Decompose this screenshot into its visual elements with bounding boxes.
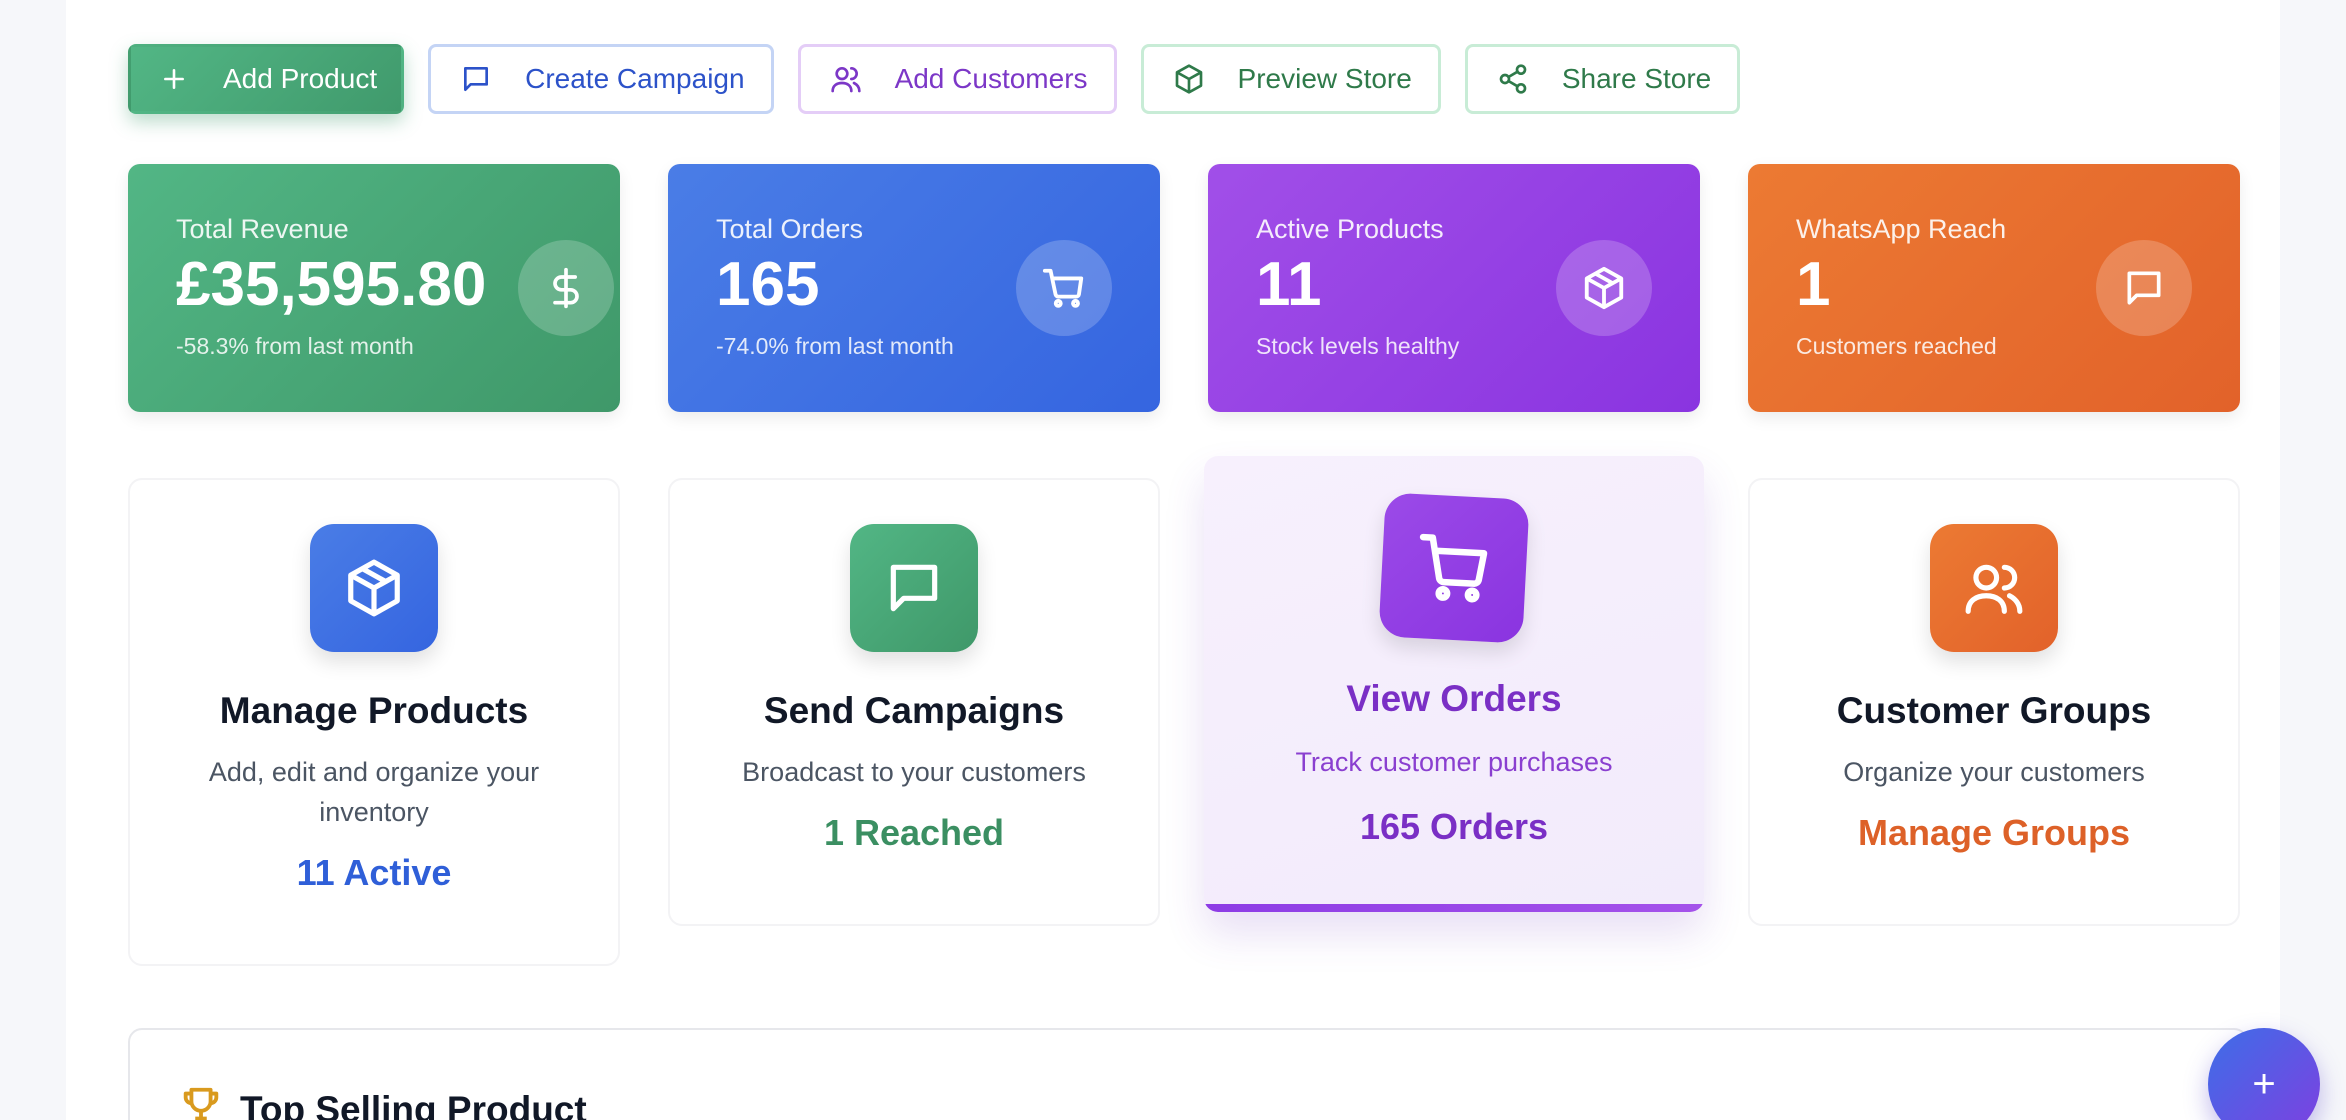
create-campaign-button[interactable]: Create Campaign: [428, 44, 774, 114]
share-store-label: Share Store: [1561, 63, 1712, 94]
preview-store-label: Preview Store: [1237, 63, 1412, 94]
add-customers-label: Add Customers: [894, 63, 1088, 94]
add-product-button[interactable]: Add Product: [128, 44, 405, 114]
stat-card-revenue: Total Revenue £35,595.80 -58.3% from las…: [128, 164, 620, 412]
customer-groups-card[interactable]: Customer Groups Organize your customers …: [1748, 478, 2240, 926]
stat-subtext: -74.0% from last month: [716, 333, 954, 359]
card-description: Add, edit and organize your inventory: [208, 757, 540, 827]
fab-plus-label: +: [2252, 1061, 2276, 1106]
stat-card-products: Active Products 11 Stock levels healthy: [1208, 164, 1700, 412]
stat-card-whatsapp: WhatsApp Reach 1 Customers reached: [1748, 164, 2240, 412]
send-campaigns-card[interactable]: Send Campaigns Broadcast to your custome…: [668, 478, 1160, 926]
chat-icon: [2096, 240, 2192, 336]
box-icon: [1556, 240, 1652, 336]
create-campaign-label: Create Campaign: [525, 63, 745, 94]
top-selling-section: Top Selling Product: [128, 1028, 2248, 1120]
stat-card-orders: Total Orders 165 -74.0% from last month: [668, 164, 1160, 412]
chat-icon: [459, 62, 493, 96]
users-icon: [1930, 524, 2058, 652]
card-title: Manage Products: [219, 690, 529, 731]
share-icon: [1496, 62, 1530, 96]
trophy-icon: [178, 1084, 224, 1120]
card-metric: 165 Orders: [1359, 806, 1549, 847]
stat-label: Total Orders: [716, 214, 864, 244]
cart-icon: [1016, 240, 1112, 336]
plus-icon: [157, 62, 191, 96]
stat-subtext: Stock levels healthy: [1256, 333, 1460, 359]
card-title: Send Campaigns: [763, 690, 1065, 731]
card-title: Customer Groups: [1836, 690, 2152, 731]
stat-label: Active Products: [1256, 214, 1444, 244]
share-store-button[interactable]: Share Store: [1464, 44, 1741, 114]
stat-label: WhatsApp Reach: [1796, 214, 2007, 244]
manage-products-card[interactable]: Manage Products Add, edit and organize y…: [128, 478, 620, 966]
quick-actions-bar: Add Product Create Campaign Add Customer…: [128, 44, 1741, 114]
stat-label: Total Revenue: [176, 214, 349, 244]
section-title: Top Selling Product: [240, 1088, 587, 1120]
box-icon: [310, 524, 438, 652]
dollar-icon: [518, 240, 614, 336]
add-customers-button[interactable]: Add Customers: [797, 44, 1117, 114]
card-description: Track customer purchases: [1295, 747, 1613, 777]
card-description: Organize your customers: [1843, 757, 2145, 787]
card-accent-bar: [1204, 904, 1704, 912]
stat-subtext: Customers reached: [1796, 333, 1997, 359]
cart-icon: [1378, 492, 1530, 644]
users-icon: [829, 62, 863, 96]
card-description: Broadcast to your customers: [742, 757, 1086, 787]
card-metric: 11 Active: [296, 852, 452, 893]
section-header: Top Selling Product: [178, 1084, 587, 1120]
stat-subtext: -58.3% from last month: [176, 333, 414, 359]
card-metric: Manage Groups: [1857, 812, 2131, 853]
add-product-label: Add Product: [223, 63, 378, 94]
view-orders-card[interactable]: View Orders Track customer purchases 165…: [1204, 456, 1704, 912]
card-metric: 1 Reached: [823, 812, 1005, 853]
card-title: View Orders: [1346, 678, 1562, 719]
chat-icon: [850, 524, 978, 652]
preview-store-button[interactable]: Preview Store: [1140, 44, 1441, 114]
package-icon: [1172, 62, 1206, 96]
